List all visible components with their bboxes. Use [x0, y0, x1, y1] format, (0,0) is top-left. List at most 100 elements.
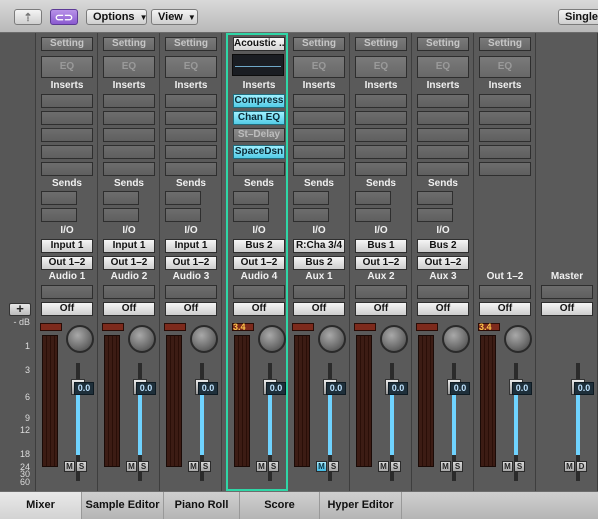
tab-sample-editor[interactable]: Sample Editor: [82, 492, 164, 519]
solo-button[interactable]: S: [514, 461, 525, 472]
view-menu[interactable]: View ▼: [151, 9, 198, 25]
group-slot[interactable]: [41, 285, 93, 299]
channel-strip[interactable]: Setting EQ Inserts Sends I/O Bus 1 Out 1–2 Aux …: [350, 33, 412, 491]
setting-button[interactable]: Setting: [103, 37, 155, 51]
send-slot[interactable]: [103, 208, 139, 222]
eq-button[interactable]: EQ: [417, 56, 469, 78]
channel-strip[interactable]: Master Off 0.0 M D: [536, 33, 598, 491]
eq-button[interactable]: EQ: [355, 56, 407, 78]
insert-slot[interactable]: [417, 145, 469, 159]
eq-button[interactable]: EQ: [165, 56, 217, 78]
send-slot[interactable]: [355, 191, 391, 205]
group-slot[interactable]: [233, 285, 285, 299]
send-slot[interactable]: [165, 191, 201, 205]
output-slot[interactable]: Out 1–2: [165, 256, 217, 270]
solo-button[interactable]: S: [268, 461, 279, 472]
solo-button[interactable]: S: [76, 461, 87, 472]
solo-button[interactable]: S: [328, 461, 339, 472]
insert-slot[interactable]: [417, 162, 469, 176]
insert-slot[interactable]: [479, 111, 531, 125]
automation-mode[interactable]: Off: [41, 302, 93, 316]
insert-slot[interactable]: [479, 94, 531, 108]
tab-mixer[interactable]: Mixer: [0, 492, 82, 519]
single-view-button[interactable]: Single: [558, 9, 598, 25]
insert-slot[interactable]: Chan EQ: [233, 111, 285, 125]
input-slot[interactable]: R:Cha 3/4: [293, 239, 345, 253]
solo-button[interactable]: S: [138, 461, 149, 472]
eq-button[interactable]: EQ: [293, 56, 345, 78]
channel-strip[interactable]: Acoustic ... Inserts Compress Chan EQ St–Del…: [226, 33, 288, 491]
insert-slot[interactable]: [293, 94, 345, 108]
insert-slot[interactable]: [355, 94, 407, 108]
eq-button[interactable]: EQ: [103, 56, 155, 78]
automation-mode[interactable]: Off: [233, 302, 285, 316]
insert-slot[interactable]: [165, 162, 217, 176]
input-slot[interactable]: Bus 2: [233, 239, 285, 253]
setting-button[interactable]: Setting: [479, 37, 531, 51]
insert-slot[interactable]: [293, 128, 345, 142]
pan-knob[interactable]: [66, 325, 94, 353]
setting-button[interactable]: Setting: [41, 37, 93, 51]
tab-piano-roll[interactable]: Piano Roll: [164, 492, 240, 519]
channel-strip[interactable]: Setting EQ Inserts Sends I/O Input 1 Out 1–2 Au…: [98, 33, 160, 491]
group-slot[interactable]: [293, 285, 345, 299]
eq-thumbnail[interactable]: [232, 54, 284, 76]
insert-slot[interactable]: SpaceDsn: [233, 145, 285, 159]
input-slot[interactable]: Bus 1: [355, 239, 407, 253]
solo-button[interactable]: S: [200, 461, 211, 472]
setting-button[interactable]: Acoustic ...: [233, 37, 285, 51]
group-slot[interactable]: [103, 285, 155, 299]
link-button[interactable]: ⊂⊃: [50, 9, 78, 25]
insert-slot[interactable]: [165, 111, 217, 125]
send-slot[interactable]: [293, 208, 329, 222]
automation-mode[interactable]: Off: [355, 302, 407, 316]
insert-slot[interactable]: [103, 111, 155, 125]
setting-button[interactable]: Setting: [165, 37, 217, 51]
automation-mode[interactable]: Off: [541, 302, 593, 316]
automation-mode[interactable]: Off: [293, 302, 345, 316]
setting-button[interactable]: Setting: [293, 37, 345, 51]
output-slot[interactable]: Out 1–2: [233, 256, 285, 270]
output-slot[interactable]: Out 1–2: [41, 256, 93, 270]
eq-button[interactable]: EQ: [479, 56, 531, 78]
eq-button[interactable]: EQ: [41, 56, 93, 78]
insert-slot[interactable]: [417, 94, 469, 108]
insert-slot[interactable]: [165, 145, 217, 159]
insert-slot[interactable]: [103, 162, 155, 176]
insert-slot[interactable]: [41, 145, 93, 159]
mute-button[interactable]: M: [378, 461, 389, 472]
automation-mode[interactable]: Off: [417, 302, 469, 316]
options-menu[interactable]: Options ▼: [86, 9, 147, 25]
insert-slot[interactable]: [103, 145, 155, 159]
mute-button[interactable]: M: [64, 461, 75, 472]
insert-slot[interactable]: [103, 128, 155, 142]
output-slot[interactable]: Bus 2: [293, 256, 345, 270]
pan-knob[interactable]: [318, 325, 346, 353]
insert-slot[interactable]: [233, 162, 285, 176]
send-slot[interactable]: [417, 208, 453, 222]
insert-slot[interactable]: [355, 162, 407, 176]
insert-slot[interactable]: [417, 128, 469, 142]
send-slot[interactable]: [293, 191, 329, 205]
insert-slot[interactable]: [41, 128, 93, 142]
send-slot[interactable]: [41, 208, 77, 222]
insert-slot[interactable]: [479, 145, 531, 159]
send-slot[interactable]: [233, 191, 269, 205]
pan-knob[interactable]: [380, 325, 408, 353]
send-slot[interactable]: [103, 191, 139, 205]
setting-button[interactable]: Setting: [417, 37, 469, 51]
channel-strip[interactable]: Setting EQ Inserts Sends I/O R:Cha 3/4 Bus 2 Au…: [288, 33, 350, 491]
channel-strip[interactable]: Setting EQ Inserts Sends I/O Input 1 Out 1–2 Au…: [160, 33, 222, 491]
up-arrow-button[interactable]: ⇡: [14, 9, 42, 25]
insert-slot[interactable]: [355, 111, 407, 125]
insert-slot[interactable]: St–Delay: [233, 128, 285, 142]
mute-button[interactable]: M: [440, 461, 451, 472]
output-slot[interactable]: Out 1–2: [103, 256, 155, 270]
group-slot[interactable]: [165, 285, 217, 299]
automation-mode[interactable]: Off: [165, 302, 217, 316]
input-slot[interactable]: Input 1: [41, 239, 93, 253]
pan-knob[interactable]: [258, 325, 286, 353]
pan-knob[interactable]: [190, 325, 218, 353]
insert-slot[interactable]: [293, 111, 345, 125]
tab-score[interactable]: Score: [240, 492, 320, 519]
